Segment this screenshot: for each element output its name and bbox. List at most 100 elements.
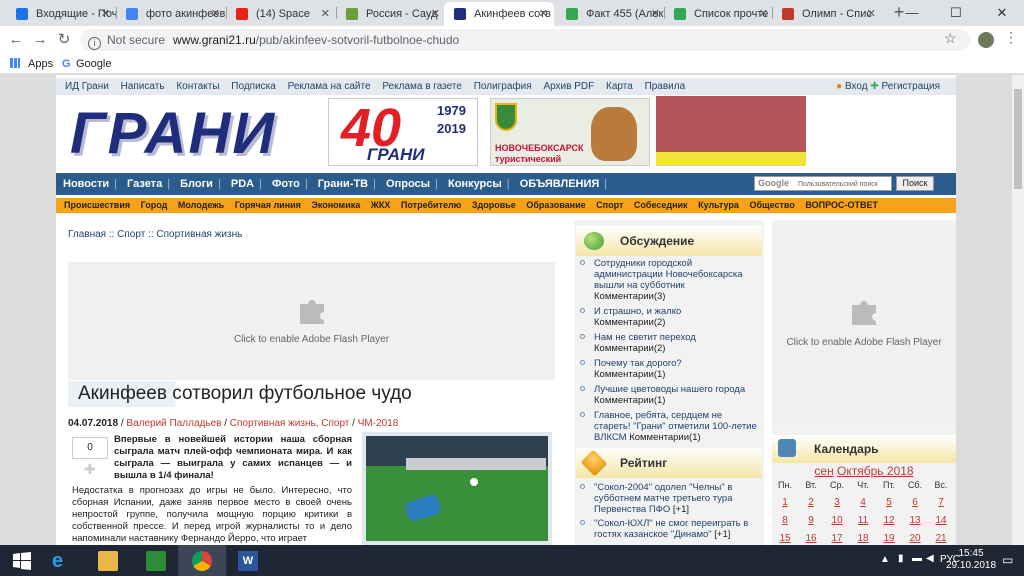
topnav-link[interactable]: Архив PDF bbox=[543, 81, 594, 92]
mainnav-polls[interactable]: Опросы bbox=[386, 178, 430, 190]
browser-toolbar: ← → ↻ i Not secure www.grani21.ru/pub/akin… bbox=[0, 26, 1024, 54]
topnav-link[interactable]: Реклама в газете bbox=[382, 81, 462, 92]
tab-youtube[interactable]: (14) Space ✕ bbox=[226, 2, 336, 26]
flash-placeholder[interactable]: Click to enable Adobe Flash Player bbox=[68, 262, 555, 380]
forward-arrow-icon[interactable]: → bbox=[30, 30, 50, 50]
category-link[interactable]: Горячая линия bbox=[235, 200, 301, 210]
topnav-link[interactable]: Подписка bbox=[231, 81, 276, 92]
category-link[interactable]: Молодежь bbox=[178, 200, 224, 210]
address-bar[interactable]: i Not secure www.grani21.ru/pub/akinfeev-s… bbox=[80, 29, 970, 51]
topnav-link[interactable]: Написать bbox=[121, 81, 165, 92]
tab-reading-list[interactable]: Список прочте ✕ bbox=[664, 2, 774, 26]
city-tourism-banner[interactable]: НОВОЧЕБОКСАРСК туристический bbox=[490, 98, 650, 166]
tag-link[interactable]: ЧМ-2018 bbox=[358, 418, 399, 429]
topnav-link[interactable]: Полиграфия bbox=[474, 81, 532, 92]
plus-icon[interactable]: ✚ bbox=[84, 461, 96, 478]
anniversary-banner[interactable]: 40 1979 2019 ГРАНИ bbox=[328, 98, 478, 166]
tab-russia-saudi[interactable]: Россия - Сауд ✕ bbox=[336, 2, 446, 26]
list-item: Лучшие цветоводы нашего города Комментари… bbox=[580, 384, 760, 406]
taskbar-word[interactable]: W bbox=[224, 545, 272, 576]
topnav-link[interactable]: Контакты bbox=[176, 81, 219, 92]
topnav-link[interactable]: Правила bbox=[645, 81, 686, 92]
search-input[interactable]: Google Пользовательский поиск bbox=[754, 176, 892, 191]
category-link[interactable]: Собеседник bbox=[634, 200, 688, 210]
network-icon[interactable]: ▮ bbox=[898, 553, 904, 564]
mainnav-photo[interactable]: Фото bbox=[272, 178, 300, 190]
close-icon[interactable]: ✕ bbox=[867, 2, 876, 26]
close-icon[interactable]: ✕ bbox=[101, 2, 110, 26]
sheets-icon bbox=[566, 8, 578, 20]
mainnav-blogs[interactable]: Блоги bbox=[180, 178, 213, 190]
tab-akinfeev[interactable]: Акинфеев сотв ✕ bbox=[444, 2, 554, 26]
minimize-button[interactable]: — bbox=[890, 0, 934, 26]
category-link[interactable]: Спорт bbox=[596, 200, 623, 210]
mainnav-pda[interactable]: PDA bbox=[231, 178, 254, 190]
category-link[interactable]: Общество bbox=[749, 200, 794, 210]
taskbar-store[interactable] bbox=[132, 545, 180, 576]
tab-fact[interactable]: Факт 455 (Алек ✕ bbox=[556, 2, 666, 26]
page-scrollbar[interactable] bbox=[1012, 75, 1024, 545]
register-link[interactable]: Регистрация bbox=[882, 81, 940, 92]
clock[interactable]: 15:45 29.10.2018 bbox=[946, 548, 996, 572]
close-window-button[interactable]: ✕ bbox=[980, 0, 1024, 26]
chevron-up-icon[interactable]: ▲ bbox=[880, 554, 890, 565]
bookmark-google[interactable]: Google bbox=[76, 55, 111, 73]
share-counter[interactable]: 0 bbox=[72, 437, 108, 459]
close-icon[interactable]: ✕ bbox=[321, 2, 330, 26]
category-link[interactable]: Здоровье bbox=[472, 200, 516, 210]
category-link[interactable]: Культура bbox=[698, 200, 739, 210]
bookmark-star-icon[interactable]: ☆ bbox=[944, 30, 957, 47]
avatar[interactable] bbox=[978, 32, 994, 48]
info-icon[interactable]: i bbox=[88, 37, 101, 50]
taskbar-ie[interactable]: e bbox=[38, 545, 86, 576]
topnav-link[interactable]: Реклама на сайте bbox=[288, 81, 371, 92]
apps-icon[interactable] bbox=[10, 58, 20, 68]
menu-icon[interactable]: ⋮ bbox=[1004, 29, 1018, 46]
mainnav-newspaper[interactable]: Газета bbox=[127, 178, 162, 190]
reload-icon[interactable]: ↻ bbox=[54, 30, 74, 50]
breadcrumb[interactable]: Главная :: Спорт :: Спортивная жизнь bbox=[68, 229, 242, 240]
folder-icon bbox=[98, 551, 118, 571]
article-photo[interactable] bbox=[362, 432, 552, 545]
close-icon[interactable]: ✕ bbox=[759, 2, 768, 26]
category-link[interactable]: ЖКХ bbox=[371, 200, 391, 210]
category-link[interactable]: ВОПРОС-ОТВЕТ bbox=[805, 200, 878, 210]
battery-icon[interactable]: ▬ bbox=[912, 553, 922, 564]
flash-placeholder[interactable]: Click to enable Adobe Flash Player bbox=[774, 223, 954, 423]
topnav-link[interactable]: ИД Грани bbox=[65, 81, 109, 92]
mainnav-ads[interactable]: ОБЪЯВЛЕНИЯ bbox=[520, 178, 600, 190]
taskbar-chrome[interactable] bbox=[178, 545, 226, 576]
category-link[interactable]: Потребителю bbox=[401, 200, 461, 210]
volume-icon[interactable]: ◀ bbox=[926, 553, 934, 564]
category-link[interactable]: Экономика bbox=[311, 200, 360, 210]
list-item: Сотрудники городской администрации Новоч… bbox=[580, 258, 760, 302]
site-logo[interactable]: ГРАНИ bbox=[70, 103, 320, 165]
category-link[interactable]: Образование bbox=[526, 200, 585, 210]
category-link[interactable]: Город bbox=[141, 200, 168, 210]
calendar-prev-link[interactable]: сен bbox=[814, 464, 833, 478]
article-title: Акинфеев сотворил футбольное чудо bbox=[68, 381, 556, 407]
tab-photo-search[interactable]: фото акинфеев ✕ bbox=[116, 2, 226, 26]
mainnav-news[interactable]: Новости bbox=[63, 178, 109, 190]
search-button[interactable]: Поиск bbox=[896, 176, 934, 191]
close-icon[interactable]: ✕ bbox=[651, 2, 660, 26]
tab-olimp[interactable]: Олимп - Спис ✕ bbox=[772, 2, 882, 26]
notifications-icon[interactable]: ▭ bbox=[1002, 553, 1013, 567]
back-arrow-icon[interactable]: ← bbox=[6, 30, 26, 50]
calendar-month-link[interactable]: Октябрь 2018 bbox=[837, 464, 914, 478]
mainnav-tv[interactable]: Грани-ТВ bbox=[318, 178, 368, 190]
bookmark-apps[interactable]: Apps bbox=[28, 55, 53, 73]
tab-inbox[interactable]: Входящие - Почт ✕ bbox=[6, 2, 116, 26]
youtube-icon bbox=[236, 8, 248, 20]
maximize-button[interactable]: ☐ bbox=[934, 0, 978, 26]
rubric-link[interactable]: Спортивная жизнь, Спорт bbox=[230, 418, 350, 429]
close-icon[interactable]: ✕ bbox=[539, 2, 548, 26]
author-link[interactable]: Валерий Палладьев bbox=[126, 418, 221, 429]
taskbar-explorer[interactable] bbox=[84, 545, 132, 576]
close-icon[interactable]: ✕ bbox=[211, 2, 220, 26]
mainnav-contests[interactable]: Конкурсы bbox=[448, 178, 502, 190]
close-icon[interactable]: ✕ bbox=[431, 2, 440, 26]
category-link[interactable]: Происшествия bbox=[64, 200, 130, 210]
login-link[interactable]: Вход bbox=[845, 81, 868, 92]
topnav-link[interactable]: Карта bbox=[606, 81, 633, 92]
